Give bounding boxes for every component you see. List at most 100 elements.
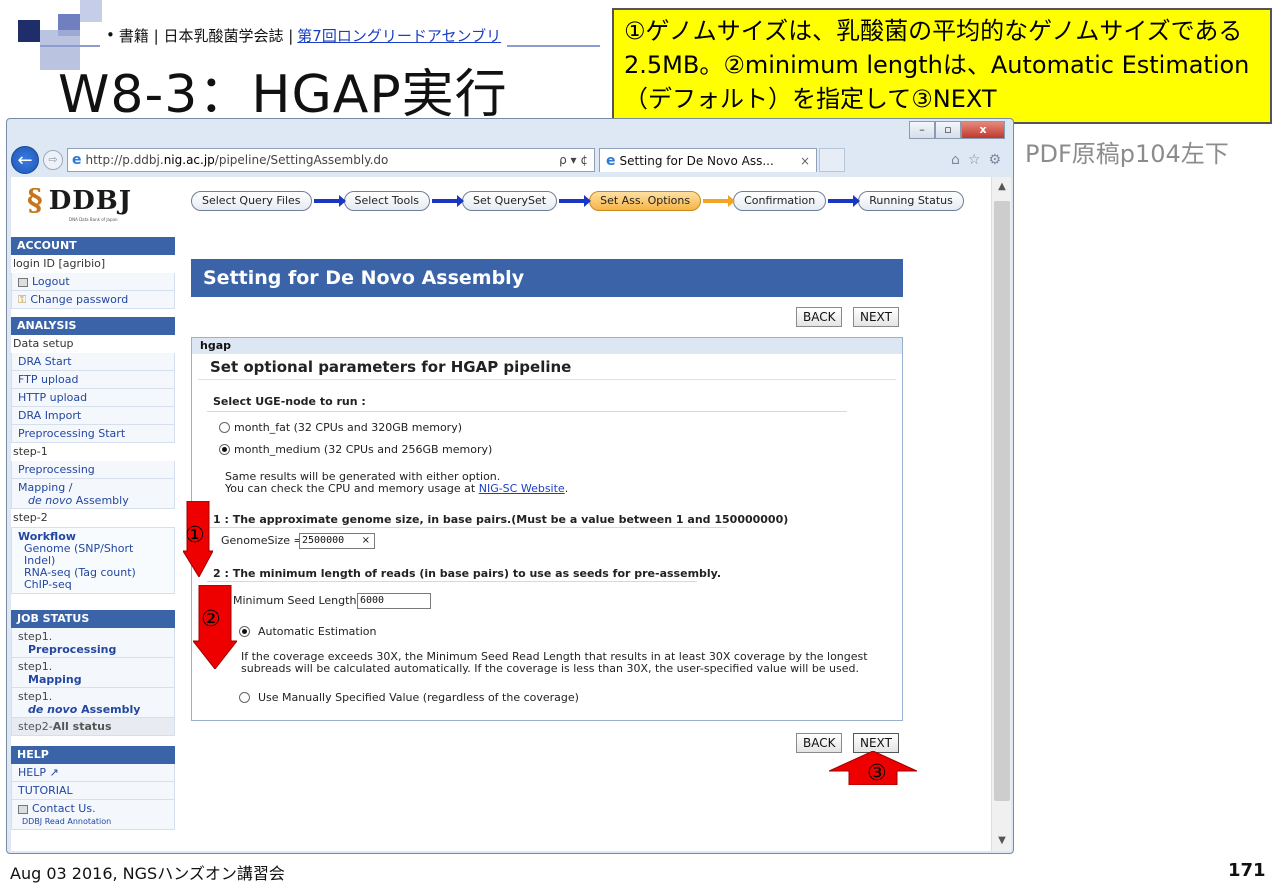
sidebar-item-ftp-upload[interactable]: FTP upload <box>11 371 175 389</box>
sidebar-item-dra-start[interactable]: DRA Start <box>11 353 175 371</box>
url-prefix: http://p.ddbj. <box>85 153 164 167</box>
key-icon: ⚿ <box>18 293 27 306</box>
clear-icon[interactable]: × <box>362 534 370 548</box>
slide: • 書籍 | 日本乳酸菌学会誌 | 第7回ロングリードアセンブリ W8-3：HG… <box>0 0 1280 886</box>
step-arrow <box>313 195 346 207</box>
change-password-label: Change password <box>30 293 129 306</box>
sidebar-item-http-upload[interactable]: HTTP upload <box>11 389 175 407</box>
browser-tab[interactable]: e Setting for De Novo Ass... × <box>599 148 817 172</box>
step-select-query-files[interactable]: Select Query Files <box>191 191 312 211</box>
radio-month-fat[interactable]: month_fat (32 CPUs and 320GB memory) <box>219 421 462 434</box>
sidebar-item-preprocessing-start[interactable]: Preprocessing Start <box>11 425 175 443</box>
radio-button[interactable] <box>239 692 250 703</box>
panel-heading: hgap <box>192 338 902 354</box>
favorites-star-icon[interactable]: ☆ <box>968 152 981 168</box>
genome-size-input[interactable]: 2500000 × <box>299 533 375 549</box>
book-prefix: 書籍 | 日本乳酸菌学会誌 | <box>118 26 294 45</box>
job-step: step1. <box>18 690 53 703</box>
radio-button-selected[interactable] <box>239 626 250 637</box>
forward-arrow-icon[interactable]: ⇨ <box>43 150 63 170</box>
vertical-scrollbar[interactable]: ▲ ▼ <box>991 177 1011 851</box>
seed-length-question: 2 : The minimum length of reads (in base… <box>213 567 722 580</box>
radio-manual-value[interactable]: Use Manually Specified Value (regardless… <box>239 691 579 704</box>
minimize-button[interactable]: – <box>909 121 935 139</box>
back-button-bottom[interactable]: BACK <box>796 733 843 753</box>
radio-button-selected[interactable] <box>219 444 230 455</box>
book-link[interactable]: 第7回ロングリードアセンブリ <box>297 25 501 46</box>
data-setup-label: Data setup <box>11 335 175 353</box>
seed-length-label: Minimum Seed Length : <box>233 594 364 607</box>
next-button-bottom[interactable]: NEXT <box>853 733 899 753</box>
url-path: /pipeline/SettingAssembly.do <box>214 153 389 167</box>
job-name-rest: Assembly <box>77 703 141 716</box>
job-status-heading: JOB STATUS <box>11 610 175 628</box>
home-icon[interactable]: ⌂ <box>951 152 960 168</box>
logout-link[interactable]: Logout <box>11 273 175 291</box>
mapping-label: Mapping / <box>18 481 73 494</box>
radio-label: month_fat (32 CPUs and 320GB memory) <box>234 421 463 434</box>
book-reference: • 書籍 | 日本乳酸菌学会誌 | 第7回ロングリードアセンブリ <box>100 22 508 48</box>
divider <box>207 527 727 528</box>
workflow-item[interactable]: ChIP-seq <box>18 579 168 591</box>
tab-close-icon[interactable]: × <box>800 154 810 168</box>
step2-label: step-2 <box>11 509 175 527</box>
step-confirmation[interactable]: Confirmation <box>733 191 827 211</box>
seed-length-input[interactable]: 6000 <box>357 593 431 609</box>
ie-icon: e <box>606 152 616 169</box>
contact-link[interactable]: Contact Us. DDBJ Read Annotation <box>11 800 175 830</box>
step-arrow <box>703 195 736 207</box>
bullet: • <box>106 26 115 44</box>
step-arrow <box>432 195 465 207</box>
job-status-all[interactable]: step2-All status <box>11 718 175 736</box>
settings-gear-icon[interactable]: ⚙ <box>988 152 1001 168</box>
scroll-up-icon[interactable]: ▲ <box>992 177 1012 197</box>
sidebar-item-preprocessing[interactable]: Preprocessing <box>11 461 175 479</box>
change-password-link[interactable]: ⚿ Change password <box>11 291 175 309</box>
nig-sc-link[interactable]: NIG-SC Website <box>479 482 565 495</box>
back-button[interactable]: BACK <box>796 307 843 327</box>
logo-text: DDBJ <box>48 185 133 216</box>
logout-icon <box>18 277 28 287</box>
step-arrow <box>559 195 592 207</box>
radio-button[interactable] <box>219 422 230 433</box>
new-tab-button[interactable] <box>819 148 845 172</box>
toolbar-icons: ⌂ ☆ ⚙ <box>951 152 1001 168</box>
side-note: PDF原稿p104左下 <box>1025 140 1229 168</box>
help-link[interactable]: HELP ↗ <box>11 764 175 782</box>
job-status-assembly[interactable]: step1. de novo Assembly <box>11 688 175 718</box>
step-select-tools[interactable]: Select Tools <box>343 191 431 211</box>
step-set-queryset[interactable]: Set QuerySet <box>462 191 558 211</box>
search-refresh-icon[interactable]: ρ ▾ ¢ <box>559 153 594 167</box>
footer-date: Aug 03 2016, NGSハンズオン講習会 <box>10 864 285 883</box>
sidebar-item-mapping-assembly[interactable]: Mapping / de novo Assembly <box>11 479 175 509</box>
uge-node-label: Select UGE-node to run : <box>213 395 366 408</box>
page-viewport: § DDBJ DNA Data Bank of Japan ACCOUNT lo… <box>11 177 991 851</box>
marker-2: ② <box>201 607 221 632</box>
url-host: nig.ac.jp <box>163 153 215 167</box>
genome-size-label: GenomeSize = <box>221 534 303 547</box>
all-status-prefix: step2- <box>18 720 53 733</box>
assembly-label: Assembly <box>72 494 129 507</box>
scroll-down-icon[interactable]: ▼ <box>992 831 1012 851</box>
scroll-thumb[interactable] <box>994 201 1010 801</box>
address-row: ← ⇨ e http://p.ddbj. nig.ac.jp/pipeline/S… <box>11 145 1009 175</box>
next-button[interactable]: NEXT <box>853 307 899 327</box>
tutorial-link[interactable]: TUTORIAL <box>11 782 175 800</box>
close-button[interactable]: x <box>961 121 1005 139</box>
step-running-status[interactable]: Running Status <box>858 191 964 211</box>
account-heading: ACCOUNT <box>11 237 175 255</box>
job-status-mapping[interactable]: step1. Mapping <box>11 658 175 688</box>
job-step: step1. <box>18 630 53 643</box>
step-set-ass-options[interactable]: Set Ass. Options <box>589 191 702 211</box>
radio-automatic-estimation[interactable]: Automatic Estimation <box>239 625 377 638</box>
radio-month-medium[interactable]: month_medium (32 CPUs and 256GB memory) <box>219 443 492 456</box>
marker-3: ③ <box>867 761 887 786</box>
address-bar[interactable]: e http://p.ddbj. nig.ac.jp/pipeline/Setti… <box>67 148 595 172</box>
job-status-preprocessing[interactable]: step1. Preprocessing <box>11 628 175 658</box>
back-arrow-icon[interactable]: ← <box>11 146 39 174</box>
sidebar-item-dra-import[interactable]: DRA Import <box>11 407 175 425</box>
deco-square <box>80 0 102 22</box>
maximize-button[interactable]: ▫ <box>935 121 961 139</box>
ddbj-logo[interactable]: § DDBJ DNA Data Bank of Japan <box>27 183 133 222</box>
tab-title: Setting for De Novo Ass... <box>619 153 774 168</box>
